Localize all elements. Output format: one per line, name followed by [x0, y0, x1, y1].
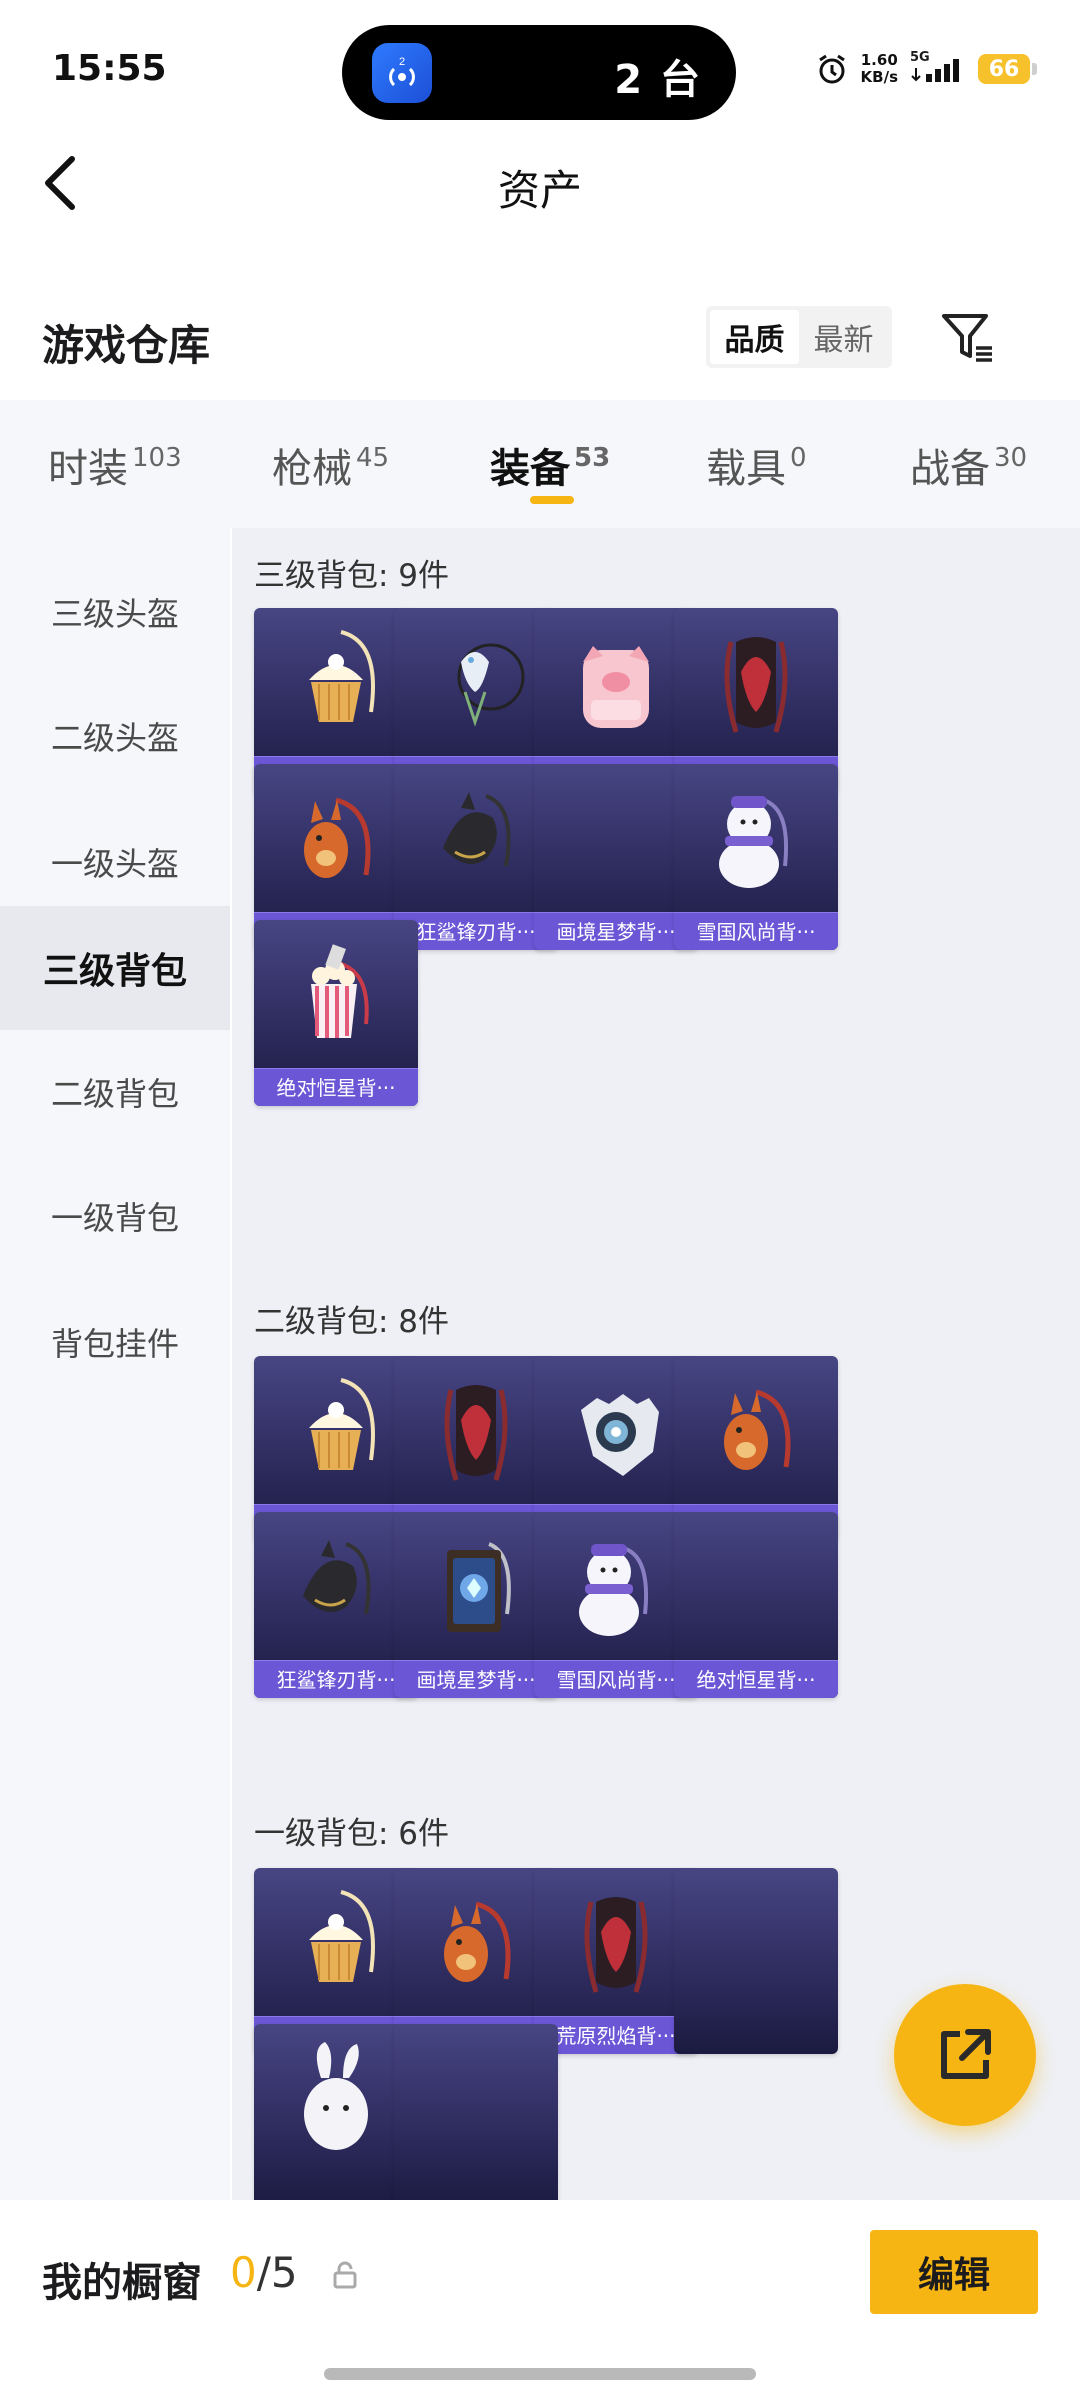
edit-button[interactable]: 编辑: [870, 2230, 1038, 2314]
snowman-backpack-icon: [674, 764, 838, 912]
tab-outfits[interactable]: 时装 103: [48, 436, 182, 494]
item-name: 绝对恒星背···: [674, 1660, 838, 1698]
item-thumbnail: [674, 1512, 838, 1660]
sidebar: 三级头盔 二级头盔 一级头盔 三级背包 二级背包 一级背包 背包挂件: [0, 528, 230, 2200]
tab-vehicles[interactable]: 载具 0: [706, 436, 807, 494]
category-tabs: 时装 103 枪械 45 装备 53 载具 0 战备 30: [0, 400, 1080, 528]
popcorn-backpack-icon: [254, 920, 418, 1068]
status-bar: 15:55 2 2 台 1.60 KB/s 5G 66: [0, 0, 1080, 140]
sidebar-item-level3-helmet[interactable]: 三级头盔: [0, 550, 230, 674]
net-speed: 1.60 KB/s: [860, 51, 898, 86]
showcase-label: 我的橱窗: [42, 2260, 202, 2306]
item-card[interactable]: 雪国风尚背···: [674, 764, 838, 950]
item-card[interactable]: [394, 2024, 558, 2200]
lock-icon: [333, 2261, 357, 2289]
showcase-bar: 我的橱窗 0/5 编辑: [0, 2200, 1080, 2400]
alarm-icon: [818, 54, 845, 84]
sidebar-item-level2-backpack[interactable]: 二级背包: [0, 1030, 230, 1154]
group-title: 二级背包: 8件: [254, 1304, 450, 1340]
external-link-icon: [941, 2029, 991, 2079]
item-card[interactable]: [674, 1868, 838, 2054]
group-title: 一级背包: 6件: [254, 1816, 450, 1852]
sidebar-item-level3-backpack[interactable]: 三级背包: [0, 906, 230, 1030]
horse-backpack-icon: [674, 1356, 838, 1504]
flame-backpack-icon: [674, 608, 838, 756]
dynamic-island[interactable]: 2 2 台: [342, 25, 736, 120]
warehouse-title: 游戏仓库: [42, 321, 211, 370]
showcase-count: 0/5: [230, 2248, 298, 2297]
item-thumbnail: [674, 1868, 838, 2016]
sidebar-item-level1-backpack[interactable]: 一级背包: [0, 1154, 230, 1278]
broadcast-app-icon: 2: [372, 43, 432, 103]
status-icons: 1.60 KB/s 5G 66: [815, 50, 1037, 86]
island-device-count: 2 台: [614, 57, 702, 103]
tab-equipment[interactable]: 装备 53: [490, 436, 610, 494]
item-grid: 三级背包: 9件 其乐融融背···夜鸢箴言背···娇憨猪猪背···荒原烈焰背··…: [232, 528, 1080, 2200]
tab-supplies[interactable]: 战备 30: [910, 436, 1027, 494]
home-indicator: [324, 2368, 756, 2380]
sidebar-item-backpack-charm[interactable]: 背包挂件: [0, 1280, 230, 1404]
item-name: 雪国风尚背···: [674, 912, 838, 950]
svg-text:2: 2: [399, 56, 405, 68]
item-thumbnail: [394, 2024, 558, 2172]
group-title: 三级背包: 9件: [254, 558, 450, 594]
page-title: 资产: [497, 166, 582, 215]
filter-button[interactable]: [938, 308, 998, 368]
tab-firearms[interactable]: 枪械 45: [272, 436, 389, 494]
sort-newest-option[interactable]: 最新: [799, 310, 888, 364]
item-name: 绝对恒星背···: [254, 1068, 418, 1106]
item-card[interactable]: 绝对恒星背···: [674, 1512, 838, 1698]
share-fab[interactable]: [894, 1984, 1036, 2126]
filter-icon: [942, 314, 992, 362]
battery-indicator: 66: [978, 54, 1037, 84]
sort-toggle: 品质 最新: [706, 306, 892, 368]
active-tab-indicator: [530, 496, 574, 504]
sidebar-item-level2-helmet[interactable]: 二级头盔: [0, 674, 230, 798]
item-card[interactable]: 绝对恒星背···: [254, 920, 418, 1106]
sort-quality-option[interactable]: 品质: [710, 310, 799, 364]
signal-icon: 5G: [910, 50, 966, 84]
status-time: 15:55: [52, 48, 167, 89]
